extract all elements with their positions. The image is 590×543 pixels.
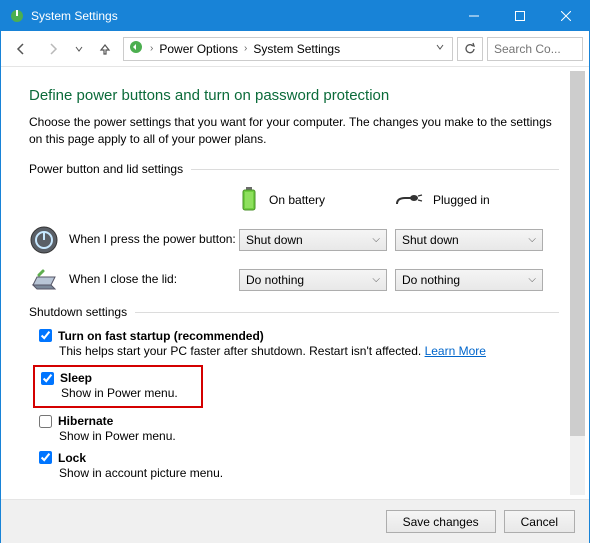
chevron-down-icon: ⌵ xyxy=(528,234,536,245)
cancel-button[interactable]: Cancel xyxy=(504,510,575,533)
chevron-right-icon: › xyxy=(242,43,249,54)
chevron-right-icon[interactable]: › xyxy=(148,43,155,54)
col-plugged-in: Plugged in xyxy=(395,186,551,215)
chevron-down-icon: ⌵ xyxy=(372,234,380,245)
nav-bar: › Power Options › System Settings xyxy=(1,31,589,67)
up-button[interactable] xyxy=(91,37,119,61)
save-changes-button[interactable]: Save changes xyxy=(386,510,496,533)
minimize-button[interactable] xyxy=(451,1,497,31)
hibernate-checkbox[interactable] xyxy=(39,415,52,428)
window-title: System Settings xyxy=(31,9,451,23)
forward-button[interactable] xyxy=(39,37,67,61)
maximize-button[interactable] xyxy=(497,1,543,31)
scrollbar-thumb[interactable] xyxy=(570,71,585,436)
col-on-battery: On battery xyxy=(239,186,395,215)
title-bar: System Settings xyxy=(1,1,589,31)
section-shutdown-title: Shutdown settings xyxy=(29,305,559,319)
fast-startup-item: Turn on fast startup (recommended) This … xyxy=(39,329,559,360)
close-button[interactable] xyxy=(543,1,589,31)
chevron-down-icon: ⌵ xyxy=(372,274,380,285)
lock-item: Lock Show in account picture menu. xyxy=(39,451,559,482)
page-heading: Define power buttons and turn on passwor… xyxy=(29,87,559,104)
control-panel-icon xyxy=(128,39,144,58)
section-power-title: Power button and lid settings xyxy=(29,162,559,176)
lid-icon xyxy=(29,265,59,295)
plug-icon xyxy=(395,190,423,211)
app-icon xyxy=(9,8,25,24)
chevron-down-icon: ⌵ xyxy=(528,274,536,285)
footer-bar: Save changes Cancel xyxy=(1,499,589,543)
recent-dropdown[interactable] xyxy=(71,37,87,61)
hibernate-item: Hibernate Show in Power menu. xyxy=(39,414,559,445)
learn-more-link[interactable]: Learn More xyxy=(425,344,486,358)
lid-battery-select[interactable]: Do nothing⌵ xyxy=(239,269,387,291)
lid-label: When I close the lid: xyxy=(69,272,177,286)
search-input[interactable] xyxy=(487,37,583,61)
breadcrumb-system-settings[interactable]: System Settings xyxy=(253,42,340,56)
lock-checkbox[interactable] xyxy=(39,451,52,464)
battery-icon xyxy=(239,186,259,215)
sleep-checkbox[interactable] xyxy=(41,372,54,385)
fast-startup-checkbox[interactable] xyxy=(39,329,52,342)
sleep-highlight: Sleep Show in Power menu. xyxy=(33,365,203,408)
power-button-plugged-select[interactable]: Shut down⌵ xyxy=(395,229,543,251)
refresh-button[interactable] xyxy=(457,37,483,61)
power-button-battery-select[interactable]: Shut down⌵ xyxy=(239,229,387,251)
breadcrumb-power-options[interactable]: Power Options xyxy=(159,42,238,56)
scrollbar[interactable] xyxy=(570,71,585,495)
breadcrumb-dropdown[interactable] xyxy=(432,43,448,54)
breadcrumb-bar[interactable]: › Power Options › System Settings xyxy=(123,37,453,61)
power-button-icon xyxy=(29,225,59,255)
page-description: Choose the power settings that you want … xyxy=(29,114,559,148)
lid-plugged-select[interactable]: Do nothing⌵ xyxy=(395,269,543,291)
back-button[interactable] xyxy=(7,37,35,61)
power-button-label: When I press the power button: xyxy=(69,232,236,246)
content-area: Define power buttons and turn on passwor… xyxy=(1,67,589,499)
